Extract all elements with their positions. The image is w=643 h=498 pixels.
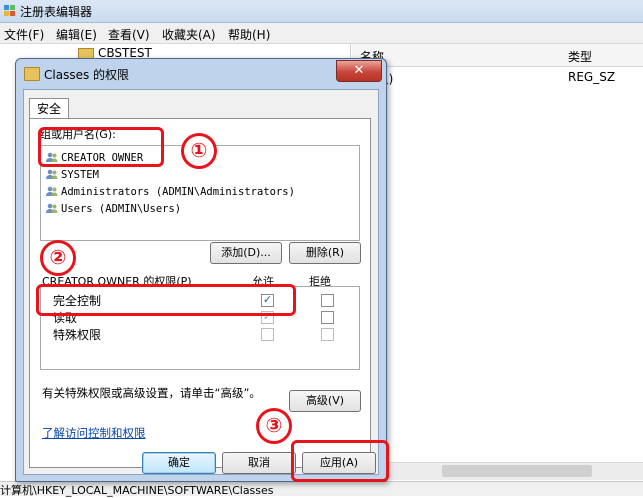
annotation-box-apply	[291, 440, 389, 482]
deny-full-control-checkbox[interactable]	[321, 294, 334, 307]
permission-special: 特殊权限	[53, 328, 102, 342]
close-button[interactable]: ✕	[336, 60, 382, 82]
user-name: SYSTEM	[61, 169, 99, 181]
allow-special-checkbox[interactable]	[261, 328, 274, 341]
status-path: 计算机\HKEY_LOCAL_MACHINE\SOFTWARE\Classes	[0, 484, 274, 497]
tab-security[interactable]: 安全	[29, 98, 69, 119]
users-icon	[46, 186, 58, 196]
menu-file[interactable]: 文件(F)	[4, 26, 44, 43]
regedit-titlebar: 注册表编辑器	[0, 0, 643, 23]
column-type[interactable]: 类型	[568, 48, 592, 65]
value-row[interactable]: (默认) REG_SZ	[352, 67, 643, 87]
folder-icon	[24, 67, 40, 81]
dialog-title: Classes 的权限	[44, 68, 130, 82]
cancel-button[interactable]: 取消	[222, 452, 296, 474]
menu-view[interactable]: 查看(V)	[108, 26, 150, 43]
add-button[interactable]: 添加(D)...	[210, 242, 282, 264]
menu-edit[interactable]: 编辑(E)	[56, 26, 97, 43]
remove-button[interactable]: 删除(R)	[289, 242, 361, 264]
registry-values-list[interactable]	[352, 44, 643, 480]
annotation-box-full-control	[36, 284, 296, 316]
deny-special-checkbox[interactable]	[321, 328, 334, 341]
horizontal-scrollbar[interactable]	[352, 462, 643, 480]
deny-read-checkbox[interactable]	[321, 311, 334, 324]
annotation-number-2: ②	[40, 240, 76, 276]
advanced-button[interactable]: 高级(V)	[289, 390, 361, 412]
list-item[interactable]: Administrators (ADMIN\Administrators)	[46, 185, 295, 201]
menu-help[interactable]: 帮助(H)	[228, 26, 270, 43]
user-name: Administrators (ADMIN\Administrators)	[61, 186, 295, 198]
annotation-box-users	[38, 127, 164, 167]
annotation-number-3: ③	[256, 408, 292, 444]
access-control-link[interactable]: 了解访问控制和权限	[42, 425, 146, 441]
ok-button[interactable]: 确定	[142, 452, 216, 474]
users-icon	[46, 169, 58, 179]
annotation-number-1: ①	[181, 133, 217, 169]
list-item[interactable]: SYSTEM	[46, 168, 99, 184]
scrollbar-thumb[interactable]	[442, 465, 592, 477]
menu-favorites[interactable]: 收藏夹(A)	[162, 26, 216, 43]
regedit-title: 注册表编辑器	[20, 5, 93, 19]
user-name: Users (ADMIN\Users)	[61, 203, 182, 215]
status-bar: 计算机\HKEY_LOCAL_MACHINE\SOFTWARE\Classes	[0, 481, 643, 497]
users-icon	[46, 203, 58, 213]
values-header: 名称 类型	[352, 44, 643, 67]
value-type: REG_SZ	[568, 70, 616, 84]
regedit-icon	[4, 5, 15, 16]
regedit-menubar: 文件(F) 编辑(E) 查看(V) 收藏夹(A) 帮助(H)	[0, 23, 643, 44]
advanced-hint: 有关特殊权限或高级设置，请单击“高级”。	[42, 386, 261, 400]
dialog-titlebar[interactable]: Classes 的权限 ✕	[16, 59, 386, 89]
list-item[interactable]: Users (ADMIN\Users)	[46, 202, 181, 218]
